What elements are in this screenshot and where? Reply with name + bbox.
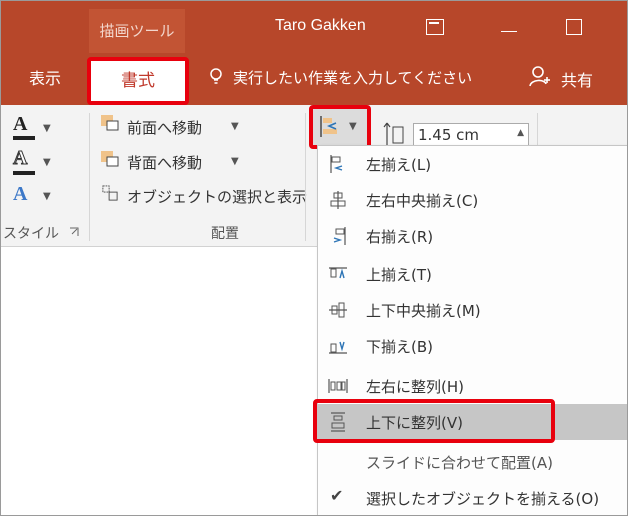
share-button[interactable]: 共有 [561, 67, 593, 91]
menu-item-align-to-slide[interactable]: スライドに合わせて配置(A) [318, 444, 627, 480]
selection-pane-icon[interactable] [101, 185, 119, 201]
menu-item-align-center[interactable]: 左右中央揃え(C) [318, 182, 627, 218]
tab-format[interactable]: 書式 [87, 57, 189, 105]
maximize-icon[interactable] [566, 19, 582, 35]
group-separator [89, 113, 90, 241]
distribute-horizontal-icon [328, 379, 348, 393]
text-effects-icon[interactable]: A [13, 183, 27, 206]
ribbon-display-options-icon[interactable] [426, 19, 444, 35]
styles-group-label: スタイル [3, 226, 59, 242]
text-outline-dropdown-icon[interactable]: ▼ [43, 157, 51, 168]
send-backward-dropdown-icon[interactable]: ▼ [231, 156, 239, 167]
tell-me-search[interactable]: 実行したい作業を入力してください [233, 67, 472, 88]
bring-forward-dropdown-icon[interactable]: ▼ [231, 121, 239, 132]
text-fill-color-bar [13, 136, 35, 140]
align-bottom-icon [329, 341, 347, 354]
checkmark-icon: ✔ [330, 486, 344, 505]
tab-view[interactable]: 表示 [29, 65, 61, 89]
menu-item-align-left[interactable]: 左揃え(L) [318, 146, 627, 182]
lightbulb-icon [210, 68, 222, 84]
shape-width-input[interactable]: 1.45 cm ▲ [413, 123, 529, 147]
align-top-icon [329, 267, 347, 279]
text-outline-color-bar [13, 171, 35, 175]
text-outline-icon[interactable]: A [12, 147, 27, 170]
align-center-icon [330, 191, 346, 209]
minimize-icon[interactable] [501, 31, 517, 32]
dialog-launcher-icon[interactable] [69, 227, 79, 237]
spin-up-icon[interactable]: ▲ [517, 122, 524, 144]
arrange-group-label: 配置 [211, 226, 239, 242]
align-middle-icon [329, 302, 347, 318]
menu-item-align-selected-objects[interactable]: ✔ 選択したオブジェクトを揃える(O) [318, 480, 627, 515]
bring-forward-icon[interactable] [101, 115, 119, 131]
align-left-icon [330, 155, 343, 173]
selection-pane-button[interactable]: オブジェクトの選択と表示 [127, 186, 307, 207]
menu-item-align-middle[interactable]: 上下中央揃え(M) [318, 292, 627, 328]
text-fill-dropdown-icon[interactable]: ▼ [43, 123, 51, 134]
align-right-icon [333, 227, 346, 245]
menu-item-align-top[interactable]: 上揃え(T) [318, 256, 627, 292]
distribute-vertically-highlight [313, 399, 555, 443]
drawing-tools-context-tab: 描画ツール [89, 9, 185, 53]
shape-width-value: 1.45 cm [418, 126, 480, 144]
text-effects-dropdown-icon[interactable]: ▼ [43, 191, 51, 202]
title-bar: 描画ツール Taro Gakken 表示 書式 実行したい作業を入力してください… [1, 1, 627, 105]
user-name[interactable]: Taro Gakken [275, 17, 366, 35]
share-person-icon[interactable] [529, 65, 551, 87]
powerpoint-window: 描画ツール Taro Gakken 表示 書式 実行したい作業を入力してください… [0, 0, 628, 516]
group-separator [305, 113, 306, 241]
align-objects-icon [320, 116, 337, 137]
shape-width-icon [383, 122, 404, 145]
send-backward-icon[interactable] [101, 151, 119, 167]
send-backward-button[interactable]: 背面へ移動 [127, 152, 202, 173]
menu-item-align-bottom[interactable]: 下揃え(B) [318, 328, 627, 364]
menu-item-align-right[interactable]: 右揃え(R) [318, 218, 627, 254]
text-fill-icon[interactable]: A [13, 113, 27, 136]
align-dropdown-menu: 左揃え(L) 左右中央揃え(C) 右揃え(R) 上揃え(T) 上下中央揃え(M)… [317, 145, 627, 515]
align-dropdown-icon: ▼ [349, 121, 357, 132]
align-button[interactable]: ▼ [309, 105, 371, 149]
bring-forward-button[interactable]: 前面へ移動 [127, 117, 202, 138]
